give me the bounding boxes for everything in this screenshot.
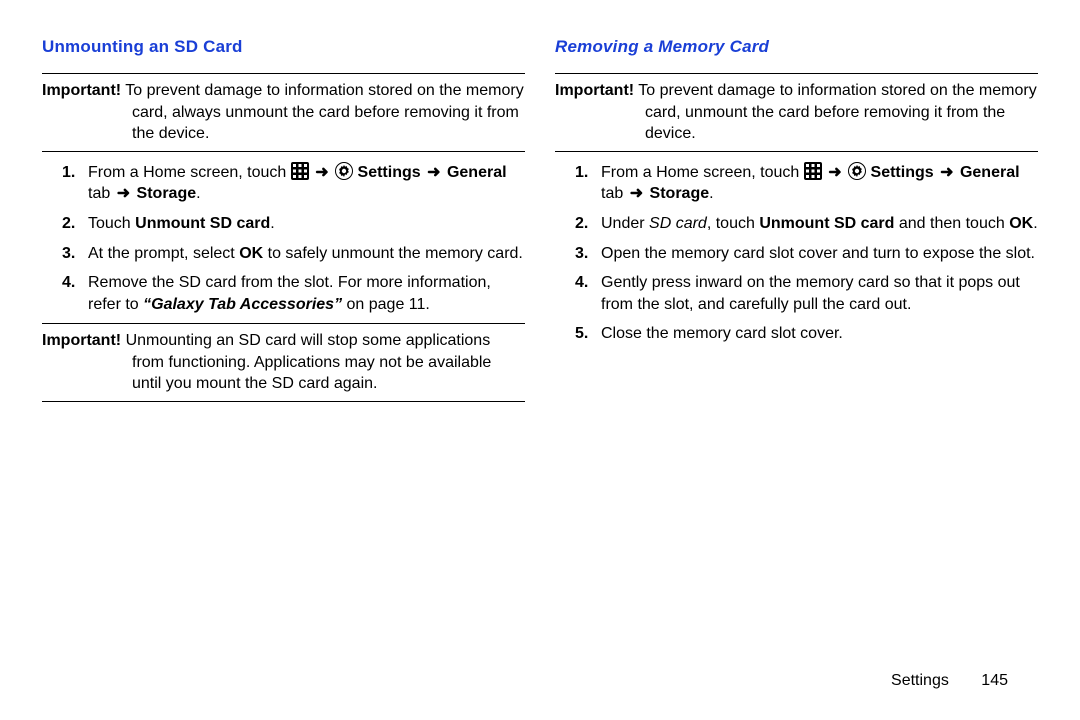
step-bold: Unmount SD card <box>759 215 894 232</box>
footer-page-number: 145 <box>981 672 1008 689</box>
step-item: Touch Unmount SD card. <box>70 213 525 235</box>
step-bold: OK <box>239 245 263 262</box>
steps-list-left: From a Home screen, touch ➜ Settings <box>42 162 525 316</box>
step-item: Gently press inward on the memory card s… <box>583 272 1038 315</box>
step-item: At the prompt, select OK to safely unmou… <box>70 243 525 265</box>
nav-general: General <box>447 164 507 181</box>
important-label: Important! <box>555 82 634 99</box>
left-column: Unmounting an SD Card Important! To prev… <box>42 36 525 660</box>
step-text: At the prompt, select <box>88 245 239 262</box>
nav-storage: Storage <box>650 185 710 202</box>
step-italic: SD card <box>649 215 707 232</box>
important-label: Important! <box>42 332 121 349</box>
step-text: on page 11. <box>342 296 430 313</box>
important-text: To prevent damage to information stored … <box>125 82 523 142</box>
arrow-icon: ➜ <box>826 164 843 181</box>
apps-grid-icon <box>804 162 822 180</box>
heading-removing: Removing a Memory Card <box>555 36 1038 59</box>
rule <box>555 151 1038 152</box>
settings-gear-icon <box>848 162 866 180</box>
rule <box>42 151 525 152</box>
arrow-icon: ➜ <box>938 164 955 181</box>
rule <box>555 73 1038 74</box>
rule <box>42 323 525 324</box>
important-note-1: Important! To prevent damage to informat… <box>42 80 525 145</box>
step-text: to safely unmount the memory card. <box>263 245 523 262</box>
arrow-icon: ➜ <box>313 164 330 181</box>
important-text: To prevent damage to information stored … <box>638 82 1036 142</box>
step-text: From a Home screen, touch <box>601 164 804 181</box>
step-item: Open the memory card slot cover and turn… <box>583 243 1038 265</box>
nav-general: General <box>960 164 1020 181</box>
step-text: and then touch <box>894 215 1009 232</box>
apps-grid-icon <box>291 162 309 180</box>
important-label: Important! <box>42 82 121 99</box>
step-item: Remove the SD card from the slot. For mo… <box>70 272 525 315</box>
page-content: Unmounting an SD Card Important! To prev… <box>0 0 1080 660</box>
step-item: From a Home screen, touch ➜ Settings <box>70 162 525 205</box>
nav-tab-word: tab <box>88 185 115 202</box>
step-text: Gently press inward on the memory card s… <box>601 274 1020 313</box>
step-item: Close the memory card slot cover. <box>583 323 1038 345</box>
rule <box>42 401 525 402</box>
step-ref: “Galaxy Tab Accessories” <box>143 296 342 313</box>
heading-unmounting: Unmounting an SD Card <box>42 36 525 59</box>
important-note-1: Important! To prevent damage to informat… <box>555 80 1038 145</box>
important-text: Unmounting an SD card will stop some app… <box>126 332 492 392</box>
step-item: From a Home screen, touch ➜ Settings <box>583 162 1038 205</box>
footer-section: Settings <box>891 672 949 689</box>
step-item: Under SD card, touch Unmount SD card and… <box>583 213 1038 235</box>
page-footer: Settings 145 <box>891 670 1008 692</box>
important-note-2: Important! Unmounting an SD card will st… <box>42 330 525 395</box>
arrow-icon: ➜ <box>628 185 645 202</box>
steps-list-right: From a Home screen, touch ➜ Settings <box>555 162 1038 345</box>
step-text: , touch <box>707 215 759 232</box>
settings-gear-icon <box>335 162 353 180</box>
step-bold: OK <box>1009 215 1033 232</box>
nav-tab-word: tab <box>601 185 628 202</box>
step-text: Under <box>601 215 649 232</box>
step-text: Close the memory card slot cover. <box>601 325 843 342</box>
step-text: Open the memory card slot cover and turn… <box>601 245 1035 262</box>
rule <box>42 73 525 74</box>
step-text: Touch <box>88 215 135 232</box>
nav-storage: Storage <box>137 185 197 202</box>
arrow-icon: ➜ <box>425 164 442 181</box>
nav-settings: Settings <box>358 164 421 181</box>
nav-settings: Settings <box>871 164 934 181</box>
right-column: Removing a Memory Card Important! To pre… <box>555 36 1038 660</box>
step-bold: Unmount SD card <box>135 215 270 232</box>
step-text: From a Home screen, touch <box>88 164 291 181</box>
arrow-icon: ➜ <box>115 185 132 202</box>
